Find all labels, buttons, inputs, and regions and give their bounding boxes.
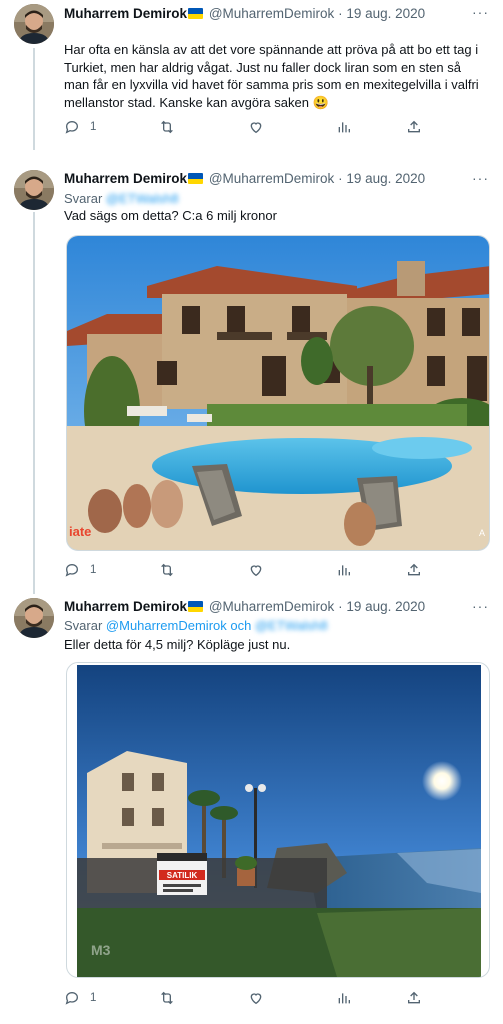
tweet-actions: 1 <box>64 988 424 1008</box>
ukraine-flag-icon <box>188 173 204 184</box>
analytics-icon <box>338 565 350 576</box>
tweet-2[interactable]: Muharrem Demirok @MuharremDemirok · 19 a… <box>0 162 503 590</box>
replying-to-handle[interactable]: @ETWalsh8 <box>106 191 179 206</box>
like-button[interactable] <box>248 988 264 1008</box>
tweet-text: Vad sägs om detta? C:a 6 milj kronor <box>64 208 277 223</box>
tweet-header: Muharrem Demirok @MuharremDemirok · 19 a… <box>64 598 425 616</box>
heart-icon <box>250 565 262 577</box>
corner-mark: A <box>479 528 485 538</box>
more-options-icon[interactable]: ··· <box>472 170 489 186</box>
tweet-header: Muharrem Demirok @MuharremDemirok · 19 a… <box>64 5 425 23</box>
more-options-icon[interactable]: ··· <box>472 4 489 20</box>
watermark-text: iate <box>69 524 91 539</box>
reply-count: 1 <box>90 992 97 1004</box>
thread-line <box>33 212 35 590</box>
retweet-icon <box>161 563 173 577</box>
tweet-3[interactable]: Muharrem Demirok @MuharremDemirok · 19 a… <box>0 588 503 1024</box>
analytics-button[interactable] <box>336 988 352 1008</box>
reply-button[interactable]: 1 <box>64 117 96 137</box>
tweet-image-apartment[interactable]: SATILIK M3 <box>66 662 490 978</box>
separator-dot: · <box>338 599 343 614</box>
tweet-header: Muharrem Demirok @MuharremDemirok · 19 a… <box>64 170 425 188</box>
separator-dot: · <box>338 6 343 21</box>
reply-count: 1 <box>90 564 97 576</box>
share-icon <box>408 991 420 1004</box>
reply-button[interactable]: 1 <box>64 560 96 580</box>
replying-to-label: Svarar <box>64 618 103 633</box>
reply-count: 1 <box>90 121 97 133</box>
author-handle[interactable]: @MuharremDemirok <box>209 171 334 186</box>
replying-to-label: Svarar <box>64 191 103 206</box>
analytics-icon <box>338 122 350 133</box>
watermark-text: M3 <box>91 942 111 958</box>
tweet-date[interactable]: 19 aug. 2020 <box>346 6 425 21</box>
avatar[interactable] <box>14 4 54 44</box>
author-handle[interactable]: @MuharremDemirok <box>209 599 334 614</box>
ukraine-flag-icon <box>188 8 204 19</box>
share-button[interactable] <box>406 988 422 1008</box>
analytics-button[interactable] <box>336 117 352 137</box>
thread-line <box>33 48 35 150</box>
tweet-actions: 1 <box>64 560 424 580</box>
separator-dot: · <box>338 171 343 186</box>
retweet-icon <box>161 120 173 134</box>
author-name[interactable]: Muharrem Demirok <box>64 171 187 186</box>
tweet-date[interactable]: 19 aug. 2020 <box>346 599 425 614</box>
author-handle[interactable]: @MuharremDemirok <box>209 6 334 21</box>
share-icon <box>408 563 420 576</box>
share-icon <box>408 120 420 133</box>
tweet-text: Eller detta för 4,5 milj? Köpläge just n… <box>64 637 291 652</box>
ukraine-flag-icon <box>188 601 204 612</box>
analytics-icon <box>338 993 350 1004</box>
share-button[interactable] <box>406 117 422 137</box>
heart-icon <box>250 993 262 1005</box>
replying-to-handle-2[interactable]: @ETWalsh8 <box>255 618 328 633</box>
more-options-icon[interactable]: ··· <box>472 598 489 614</box>
tweet-text: Har ofta en känsla av att det vore spänn… <box>64 42 479 110</box>
retweet-button[interactable] <box>159 117 175 137</box>
replying-to: Svarar @ETWalsh8 <box>64 190 179 207</box>
tweet-1[interactable]: Muharrem Demirok @MuharremDemirok · 19 a… <box>0 0 503 150</box>
thread-line <box>33 588 35 594</box>
avatar[interactable] <box>14 170 54 210</box>
retweet-icon <box>161 991 173 1005</box>
analytics-button[interactable] <box>336 560 352 580</box>
reply-icon <box>65 563 79 577</box>
reply-icon <box>65 120 79 134</box>
replying-to-and: och <box>230 618 252 633</box>
replying-to: Svarar @MuharremDemirok och @ETWalsh8 <box>64 617 328 634</box>
tweet-actions: 1 <box>64 117 424 137</box>
like-button[interactable] <box>248 117 264 137</box>
like-button[interactable] <box>248 560 264 580</box>
author-name[interactable]: Muharrem Demirok <box>64 599 187 614</box>
author-name[interactable]: Muharrem Demirok <box>64 6 187 21</box>
heart-icon <box>250 122 262 134</box>
retweet-button[interactable] <box>159 560 175 580</box>
tweet-image-villa[interactable]: iate A <box>66 235 490 551</box>
share-button[interactable] <box>406 560 422 580</box>
tweet-date[interactable]: 19 aug. 2020 <box>346 171 425 186</box>
avatar[interactable] <box>14 598 54 638</box>
replying-to-handle[interactable]: @MuharremDemirok <box>106 618 227 633</box>
reply-icon <box>65 991 79 1005</box>
reply-button[interactable]: 1 <box>64 988 96 1008</box>
retweet-button[interactable] <box>159 988 175 1008</box>
for-sale-sign-text: SATILIK <box>167 871 198 880</box>
